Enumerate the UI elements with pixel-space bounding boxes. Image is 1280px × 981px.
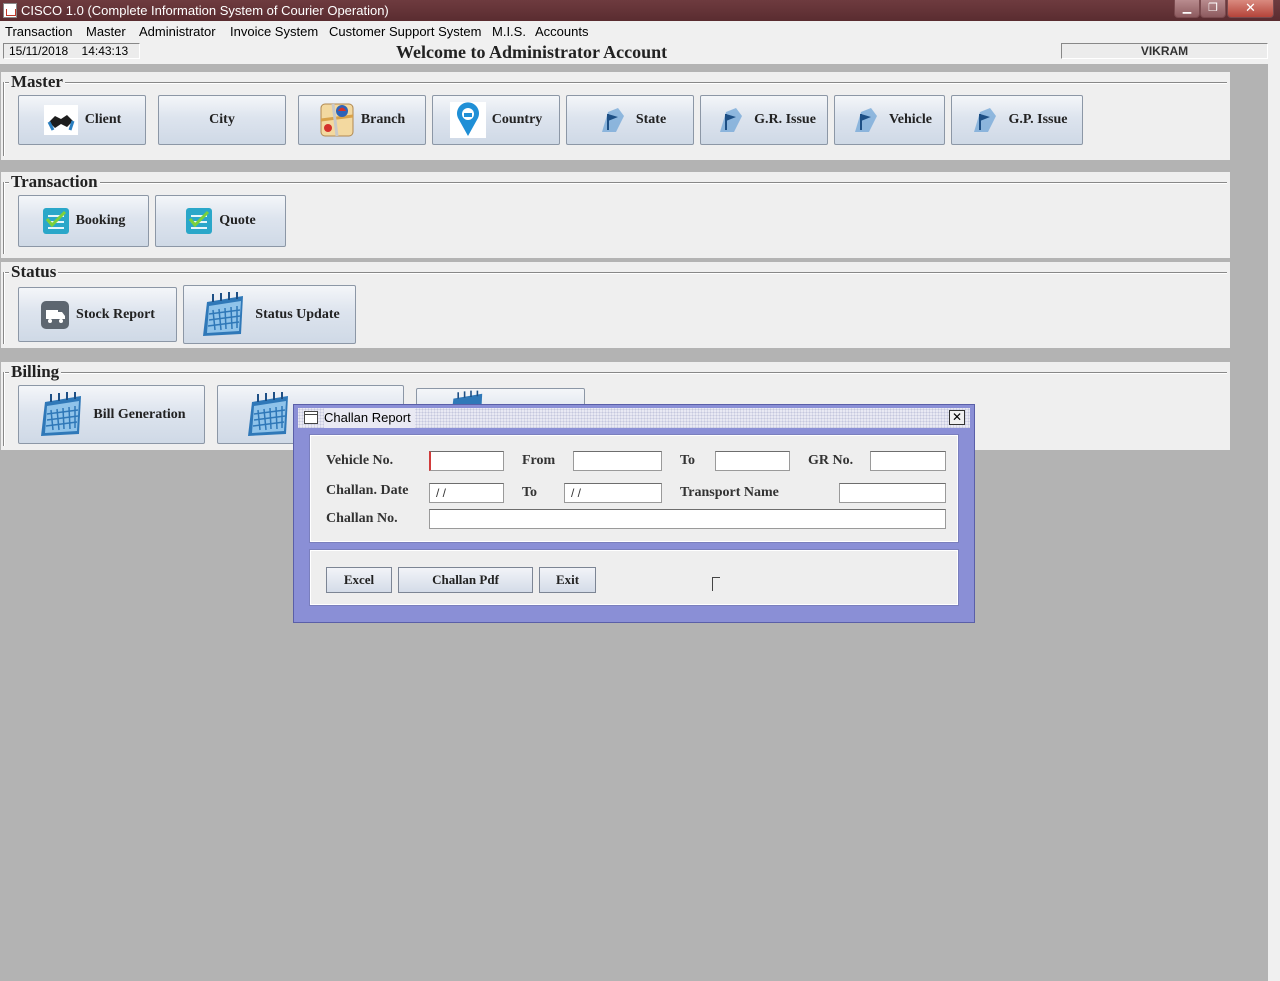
map-flag-icon [974, 108, 997, 132]
handshake-icon [43, 105, 78, 135]
location-pin-icon [449, 102, 486, 138]
menu-invoice-system[interactable]: Invoice System [230, 21, 318, 42]
status-update-button[interactable]: Status Update [183, 285, 356, 344]
map-flag-icon [854, 108, 877, 132]
datetime-display: 15/11/2018 14:43:13 [3, 43, 140, 59]
minimize-button[interactable]: ▁ [1174, 0, 1200, 18]
window-title: CISCO 1.0 (Complete Information System o… [21, 3, 389, 18]
gp-issue-button-label: G.P. Issue [1008, 112, 1068, 127]
challan-report-dialog: Challan Report ✕ Vehicle No. From To GR … [293, 404, 975, 623]
status-update-button-label: Status Update [255, 306, 340, 322]
window-title-bar: CISCO 1.0 (Complete Information System o… [0, 0, 1280, 21]
dialog-title-bar[interactable]: Challan Report ✕ [298, 408, 970, 428]
calendar-icon [41, 391, 82, 436]
filter-panel: Vehicle No. From To GR No. Challan. Date… [309, 434, 959, 543]
state-button-label: State [635, 112, 667, 127]
excel-button[interactable]: Excel [326, 567, 392, 593]
quote-button-label: Quote [219, 213, 256, 228]
master-group: Master Client City Branch Country State … [1, 72, 1230, 160]
vehicle-button[interactable]: Vehicle [834, 95, 945, 145]
booking-button[interactable]: Booking [18, 195, 149, 247]
menu-master[interactable]: Master [86, 21, 126, 42]
current-time: 14:43:13 [81, 44, 129, 58]
vehicle-no-field[interactable] [429, 451, 504, 471]
city-button-label: City [209, 112, 235, 127]
city-button[interactable]: City [158, 95, 286, 145]
menu-customer-support-system[interactable]: Customer Support System [329, 21, 481, 42]
date-to-label: To [522, 485, 538, 500]
transport-name-field[interactable] [839, 483, 946, 503]
from-field[interactable] [573, 451, 662, 471]
booking-button-label: Booking [75, 213, 126, 228]
map-flag-icon [601, 108, 624, 132]
transaction-group: Transaction Booking Quote [1, 172, 1230, 258]
menu-mis[interactable]: M.I.S. [492, 21, 526, 42]
calendar-icon [248, 391, 288, 436]
state-button[interactable]: State [566, 95, 694, 145]
stock-report-button[interactable]: Stock Report [18, 287, 177, 342]
bill-generation-button[interactable]: Bill Generation [18, 385, 205, 444]
welcome-heading: Welcome to Administrator Account [396, 42, 668, 62]
challan-date-field[interactable]: / / [429, 483, 504, 503]
branch-button-label: Branch [360, 112, 406, 127]
gr-issue-button-label: G.R. Issue [754, 112, 816, 127]
right-edge-strip [1268, 42, 1280, 981]
gr-no-label: GR No. [808, 453, 854, 468]
action-panel: Excel Challan Pdf Exit [309, 549, 959, 606]
transaction-group-title: Transaction [9, 172, 100, 192]
status-row: 15/11/2018 14:43:13 Welcome to Administr… [0, 42, 1280, 64]
challan-date-label: Challan. Date [326, 483, 409, 498]
bill-generation-button-label: Bill Generation [93, 406, 186, 422]
checklist-icon [186, 208, 213, 234]
maximize-button[interactable]: ❐ [1200, 0, 1226, 18]
checklist-icon [42, 208, 69, 234]
client-button[interactable]: Client [18, 95, 146, 145]
from-label: From [522, 453, 556, 468]
exit-button[interactable]: Exit [539, 567, 596, 593]
client-button-label: Client [84, 112, 122, 127]
country-button[interactable]: Country [432, 95, 560, 145]
close-window-button[interactable]: ✕ [1227, 0, 1274, 18]
menu-bar: Transaction Master Administrator Invoice… [0, 21, 1280, 42]
quote-button[interactable]: Quote [155, 195, 286, 247]
window-frame-icon [304, 411, 318, 424]
challan-pdf-button[interactable]: Challan Pdf [398, 567, 533, 593]
transport-name-label: Transport Name [680, 485, 779, 500]
menu-administrator[interactable]: Administrator [139, 21, 216, 42]
menu-accounts[interactable]: Accounts [535, 21, 588, 42]
user-name-display: VIKRAM [1061, 43, 1268, 59]
vehicle-button-label: Vehicle [888, 112, 933, 127]
gp-issue-button[interactable]: G.P. Issue [951, 95, 1083, 145]
challan-no-field[interactable] [429, 509, 946, 529]
gr-issue-button[interactable]: G.R. Issue [700, 95, 828, 145]
current-date: 15/11/2018 [9, 44, 69, 58]
billing-group-title: Billing [9, 362, 62, 382]
map-flag-icon [720, 108, 743, 132]
to-field[interactable] [715, 451, 790, 471]
vehicle-no-label: Vehicle No. [326, 453, 394, 468]
truck-icon [41, 300, 70, 329]
java-app-icon [3, 3, 17, 18]
gr-no-field[interactable] [870, 451, 946, 471]
dialog-title: Challan Report [324, 408, 415, 428]
calendar-icon [203, 291, 244, 336]
menu-transaction[interactable]: Transaction [5, 21, 72, 42]
status-group: Status Stock Report Status Update [1, 262, 1230, 348]
mouse-cursor [712, 577, 720, 591]
status-group-title: Status [9, 262, 59, 282]
branch-button[interactable]: Branch [298, 95, 426, 145]
stock-report-button-label: Stock Report [76, 306, 155, 322]
dialog-close-button[interactable]: ✕ [949, 410, 965, 425]
map-icon [320, 103, 354, 137]
master-group-title: Master [9, 72, 65, 92]
date-to-field[interactable]: / / [564, 483, 662, 503]
country-button-label: Country [491, 112, 543, 127]
to-label: To [680, 453, 696, 468]
challan-no-label: Challan No. [326, 511, 398, 526]
